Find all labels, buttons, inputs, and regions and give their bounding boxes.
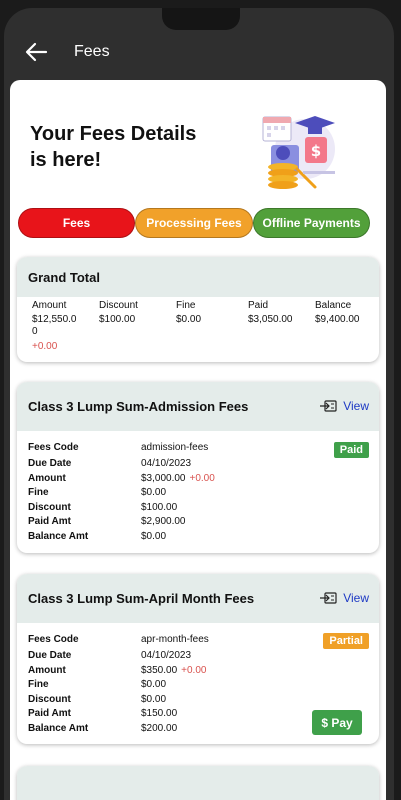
discount-label: Discount [28,502,71,513]
amount-value-group: $350.00 +0.00 [141,664,206,678]
fees-illustration-icon: $ [245,107,345,197]
amount-value-group: $3,000.00 +0.00 [141,472,215,486]
due-date-value: 04/10/2023 [141,458,192,469]
status-badge: Paid [333,442,369,458]
fee-card-next [17,766,379,800]
fee-code-label: Fees Code [28,442,79,453]
fine-value: $0.00 [141,487,167,498]
balance-amt-value: $0.00 [141,531,167,542]
tab-fees[interactable]: Fees [18,208,135,238]
fee-code-value: apr-month-fees [141,634,209,645]
back-arrow-icon[interactable] [22,40,50,64]
gt-paid-label: Paid [248,300,269,311]
fine-label: Fine [28,487,49,498]
amount-label: Amount [28,665,66,676]
grand-total-title: Grand Total [17,257,379,297]
balance-amt-label: Balance Amt [28,531,89,542]
amount-extra: +0.00 [189,473,215,484]
discount-label: Discount [28,694,71,705]
pay-button[interactable]: $ Pay [312,710,362,735]
phone-frame: Fees Your Fees Details is here! $ Fees P… [4,8,394,800]
tab-processing-fees[interactable]: Processing Fees [135,208,253,238]
fee-code-value: admission-fees [141,442,209,453]
due-date-value: 04/10/2023 [141,650,192,661]
view-button[interactable]: View [319,591,369,605]
gt-balance-label: Balance [315,300,352,311]
gt-amount-extra: +0.00 [32,341,58,352]
balance-amt-value: $200.00 [141,723,178,734]
gt-discount: Discount $100.00 [99,300,138,326]
receipt-arrow-icon [320,400,337,412]
fine-value: $0.00 [141,679,167,690]
grand-total-card: Grand Total Amount $12,550.0 0 +0.00 Dis… [17,257,379,362]
gt-paid: Paid $3,050.00 [248,300,293,326]
receipt-arrow-icon [320,592,337,604]
gt-discount-value: $100.00 [99,314,136,325]
amount-value: $3,000.00 [141,473,186,484]
paid-amt-value: $150.00 [141,708,178,719]
grand-total-body: Amount $12,550.0 0 +0.00 Discount $100.0… [17,297,379,361]
view-label: View [343,399,369,413]
hero-title-line2: is here! [30,149,102,171]
app-bar: Fees [4,8,394,80]
amount-value: $350.00 [141,665,178,676]
gt-fine: Fine $0.00 [176,300,201,326]
status-badge: Partial [323,633,369,649]
fine-label: Fine [28,679,49,690]
svg-text:$: $ [311,142,321,160]
gt-paid-value: $3,050.00 [248,314,293,325]
paid-amt-label: Paid Amt [28,516,71,527]
gt-amount: Amount $12,550.0 0 [32,300,84,338]
hero-title: Your Fees Details is here! [30,121,230,173]
gt-discount-label: Discount [99,300,138,311]
hero-title-line1: Your Fees Details [30,123,197,145]
fee-card-april: Class 3 Lump Sum-April Month Fees View P… [17,574,379,744]
paid-amt-value: $2,900.00 [141,516,186,527]
gt-amount-label: Amount [32,300,67,311]
gt-amount-value: $12,550.0 0 [32,314,77,337]
page-title: Fees [74,43,110,60]
gt-balance: Balance $9,400.00 [315,300,360,326]
gt-fine-value: $0.00 [176,314,202,325]
fee-code-label: Fees Code [28,634,79,645]
due-date-label: Due Date [28,458,72,469]
amount-label: Amount [28,473,66,484]
fee-card-title-empty [17,766,379,800]
fees-tabs: Fees Processing Fees Offline Payments [18,208,370,239]
due-date-label: Due Date [28,650,72,661]
content-sheet: Your Fees Details is here! $ Fees Proces… [10,80,386,800]
fee-card-admission: Class 3 Lump Sum-Admission Fees View Pai… [17,382,379,553]
gt-balance-value: $9,400.00 [315,314,360,325]
gt-fine-label: Fine [176,300,196,311]
balance-amt-label: Balance Amt [28,723,89,734]
view-button[interactable]: View [319,399,369,413]
discount-value: $100.00 [141,502,178,513]
paid-amt-label: Paid Amt [28,708,71,719]
amount-extra: +0.00 [181,665,207,676]
tab-offline-payments[interactable]: Offline Payments [253,208,370,238]
view-label: View [343,591,369,605]
discount-value: $0.00 [141,694,167,705]
